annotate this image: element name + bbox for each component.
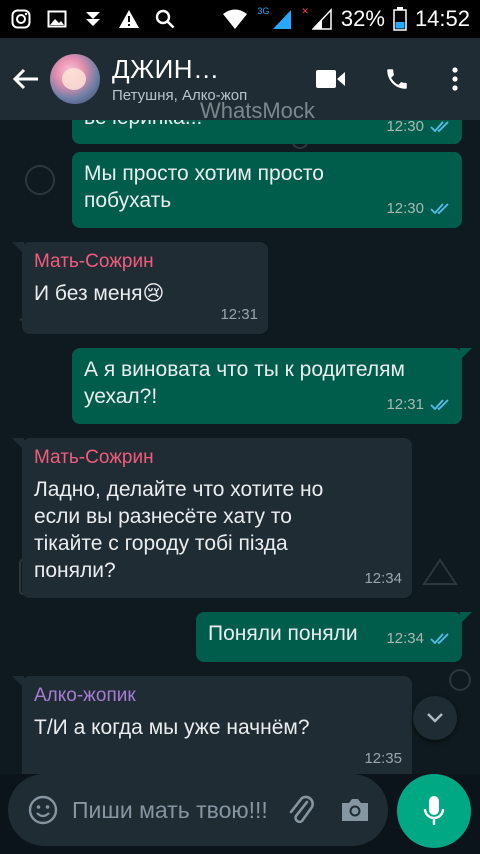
chat-area[interactable]: вечеринка!!! 12:30 Мы просто хотим прост… xyxy=(0,120,480,774)
back-button[interactable] xyxy=(4,38,48,120)
chat-title: ДЖИН… xyxy=(112,54,220,84)
paperclip-icon xyxy=(289,795,314,824)
signal-icon xyxy=(271,8,293,30)
image-icon xyxy=(46,8,68,30)
network-x-label: ✕ xyxy=(301,5,309,16)
camera-icon xyxy=(342,799,368,821)
instagram-icon xyxy=(10,8,32,30)
crying-face-emoji: 😢 xyxy=(142,282,165,305)
message-input[interactable]: Пиши мать твою!!! xyxy=(72,796,272,824)
network-3g-label: 3G xyxy=(257,6,270,16)
message-time: 12:30 xyxy=(386,200,424,217)
status-bar: 3G ✕ 32% 14:52 xyxy=(0,0,480,38)
warning-icon xyxy=(118,8,140,30)
smiley-icon xyxy=(28,795,58,825)
message-bubble-incoming[interactable]: Мать-Сожрин И без меня😢 12:31 xyxy=(12,242,268,334)
sender-name: Мать-Сожрин xyxy=(34,447,154,468)
message-time: 12:34 xyxy=(364,570,402,587)
message-bubble-outgoing[interactable]: вечеринка!!! 12:30 xyxy=(72,120,462,144)
double-check-icon xyxy=(430,202,449,214)
sender-name: Мать-Сожрин xyxy=(34,251,154,272)
message-bubble-outgoing[interactable]: Поняли поняли 12:34 xyxy=(196,612,472,662)
avatar[interactable] xyxy=(50,54,100,104)
double-check-icon xyxy=(430,120,449,132)
double-check-icon xyxy=(430,632,449,644)
camera-button[interactable] xyxy=(332,787,378,833)
wifi-icon xyxy=(221,8,249,30)
video-call-button[interactable] xyxy=(298,38,364,120)
message-bubble-incoming[interactable]: Мать-Сожрин Ладно, делайте что хотите но… xyxy=(12,438,412,598)
arrow-left-icon xyxy=(13,68,38,90)
search-icon xyxy=(154,8,176,30)
message-input-container[interactable]: Пиши мать твою!!! xyxy=(8,774,388,846)
clock: 14:52 xyxy=(414,6,470,31)
more-options-button[interactable] xyxy=(430,38,480,120)
voice-call-button[interactable] xyxy=(364,38,430,120)
message-time: 12:31 xyxy=(220,306,258,323)
more-vertical-icon xyxy=(452,67,458,91)
message-time: 12:30 xyxy=(386,120,424,135)
signal-icon xyxy=(311,8,333,30)
message-text: Ладно, делайте что хотите но если вы раз… xyxy=(34,478,324,582)
emoji-button[interactable] xyxy=(20,787,66,833)
battery-percent: 32% xyxy=(340,6,385,31)
video-camera-icon xyxy=(316,70,345,88)
message-bubble-outgoing[interactable]: А я виновата что ты к родителям уехал?! … xyxy=(72,348,472,424)
voice-message-button[interactable] xyxy=(397,774,471,848)
message-text: Т/И а когда мы уже начнём? xyxy=(34,716,310,739)
message-bubble-outgoing[interactable]: Мы просто хотим просто побухать 12:30 xyxy=(72,152,462,228)
double-check-icon xyxy=(430,398,449,410)
battery-icon xyxy=(393,7,407,31)
attach-button[interactable] xyxy=(278,787,324,833)
scroll-to-bottom-button[interactable] xyxy=(413,696,457,740)
chevron-down-icon xyxy=(427,713,443,723)
sender-name: Алко-жопик xyxy=(34,685,136,706)
chat-info[interactable]: ДЖИН… Петушня, Алко-жоп xyxy=(112,54,282,104)
message-text: Поняли поняли xyxy=(208,622,358,645)
chat-header: ДЖИН… Петушня, Алко-жоп xyxy=(0,38,480,120)
message-text: вечеринка!!! xyxy=(84,120,202,131)
phone-icon xyxy=(387,69,407,89)
message-text: И без меня xyxy=(34,282,143,305)
message-text: Мы просто хотим просто побухать xyxy=(84,162,324,212)
microphone-icon xyxy=(423,796,445,825)
message-time: 12:35 xyxy=(364,750,402,767)
message-time: 12:31 xyxy=(386,396,424,413)
chat-members: Петушня, Алко-жоп xyxy=(112,87,248,104)
message-bubble-incoming[interactable]: Алко-жопик Т/И а когда мы уже начнём? 12… xyxy=(12,676,412,774)
compose-bar: Пиши мать твою!!! xyxy=(0,774,480,854)
message-time: 12:34 xyxy=(386,630,424,647)
download-icon xyxy=(82,8,104,30)
